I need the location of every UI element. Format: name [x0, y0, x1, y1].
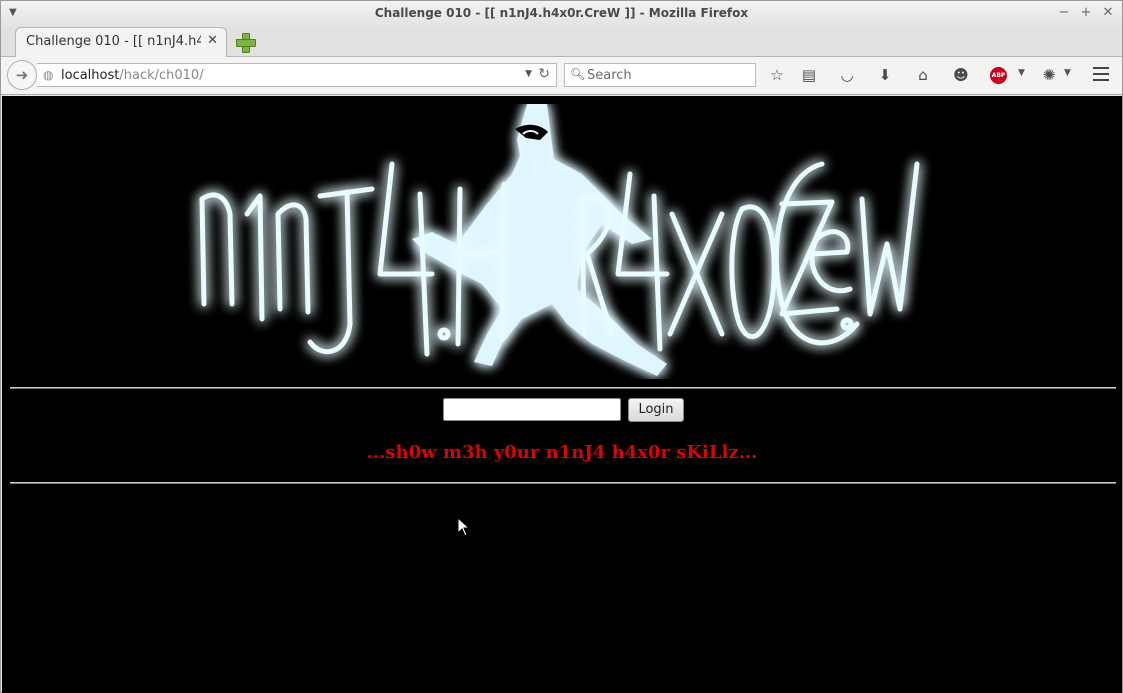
- new-tab-icon[interactable]: [235, 32, 256, 53]
- mouse-cursor-icon: [457, 517, 471, 537]
- adblock-plus-icon[interactable]: ABP: [990, 67, 1007, 84]
- home-icon[interactable]: ⌂: [913, 66, 933, 84]
- ninja-crew-logo: [199, 104, 920, 376]
- tab-strip: Challenge 010 - [[ n1nJ4.h4x0r.CreW ]] -…: [1, 27, 1122, 57]
- search-icon: 🔍︎: [570, 67, 586, 81]
- url-host: localhost: [61, 68, 120, 83]
- reload-icon[interactable]: ↻: [538, 66, 550, 82]
- top-divider: [10, 387, 1116, 389]
- back-icon[interactable]: ➜: [7, 60, 37, 90]
- title-bar: ▼ Challenge 010 - [[ n1nJ4.h4x0r.CreW ]]…: [1, 1, 1122, 27]
- adblock-dropdown-icon[interactable]: ▼: [1018, 68, 1025, 78]
- menu-icon[interactable]: [1093, 67, 1109, 81]
- login-button[interactable]: Login: [628, 398, 684, 422]
- tab-label: Challenge 010 - [[ n1nJ4.h4x0r.CreW ]] -…: [26, 34, 201, 49]
- search-bar[interactable]: 🔍︎: [564, 63, 756, 87]
- window-title: Challenge 010 - [[ n1nJ4.h4x0r.CreW ]] -…: [374, 6, 749, 20]
- browser-window: ▼ Challenge 010 - [[ n1nJ4.h4x0r.CreW ]]…: [0, 0, 1123, 693]
- url-history-dropdown-icon[interactable]: ▼: [525, 69, 532, 79]
- extension-dropdown-icon[interactable]: ▼: [1064, 68, 1071, 78]
- reading-list-icon[interactable]: ▤: [799, 66, 819, 84]
- url-bar[interactable]: ◍ localhost/hack/ch010/ ▼ ↻: [37, 63, 557, 87]
- globe-icon: ◍: [43, 68, 54, 82]
- close-window-icon[interactable]: ✕: [1100, 5, 1116, 20]
- hello-icon[interactable]: ☻: [951, 66, 971, 84]
- extension-icon[interactable]: ✺: [1039, 66, 1059, 84]
- taunt-message: ...sh0w m3h y0ur n1nJ4 h4x0r sKiLlz...: [366, 442, 758, 463]
- download-icon[interactable]: ⬇: [875, 66, 895, 84]
- search-input[interactable]: [587, 66, 752, 84]
- url-text: localhost/hack/ch010/: [61, 68, 204, 83]
- bottom-divider: [10, 482, 1116, 484]
- minimize-icon[interactable]: −: [1056, 5, 1072, 20]
- tab-challenge-010[interactable]: Challenge 010 - [[ n1nJ4.h4x0r.CreW ]] -…: [15, 27, 227, 57]
- page-content: Login ...sh0w m3h y0ur n1nJ4 h4x0r sKiLl…: [2, 96, 1122, 693]
- maximize-icon[interactable]: +: [1078, 5, 1094, 20]
- close-tab-icon[interactable]: ✕: [207, 33, 218, 48]
- login-input[interactable]: [443, 398, 621, 421]
- bookmark-star-icon[interactable]: ☆: [767, 66, 787, 84]
- url-path: /hack/ch010/: [119, 68, 204, 83]
- pocket-icon[interactable]: ◡: [837, 66, 857, 84]
- navigation-toolbar: ➜ ◍ localhost/hack/ch010/ ▼ ↻ 🔍︎ ☆ ▤ ◡ ⬇…: [1, 57, 1122, 95]
